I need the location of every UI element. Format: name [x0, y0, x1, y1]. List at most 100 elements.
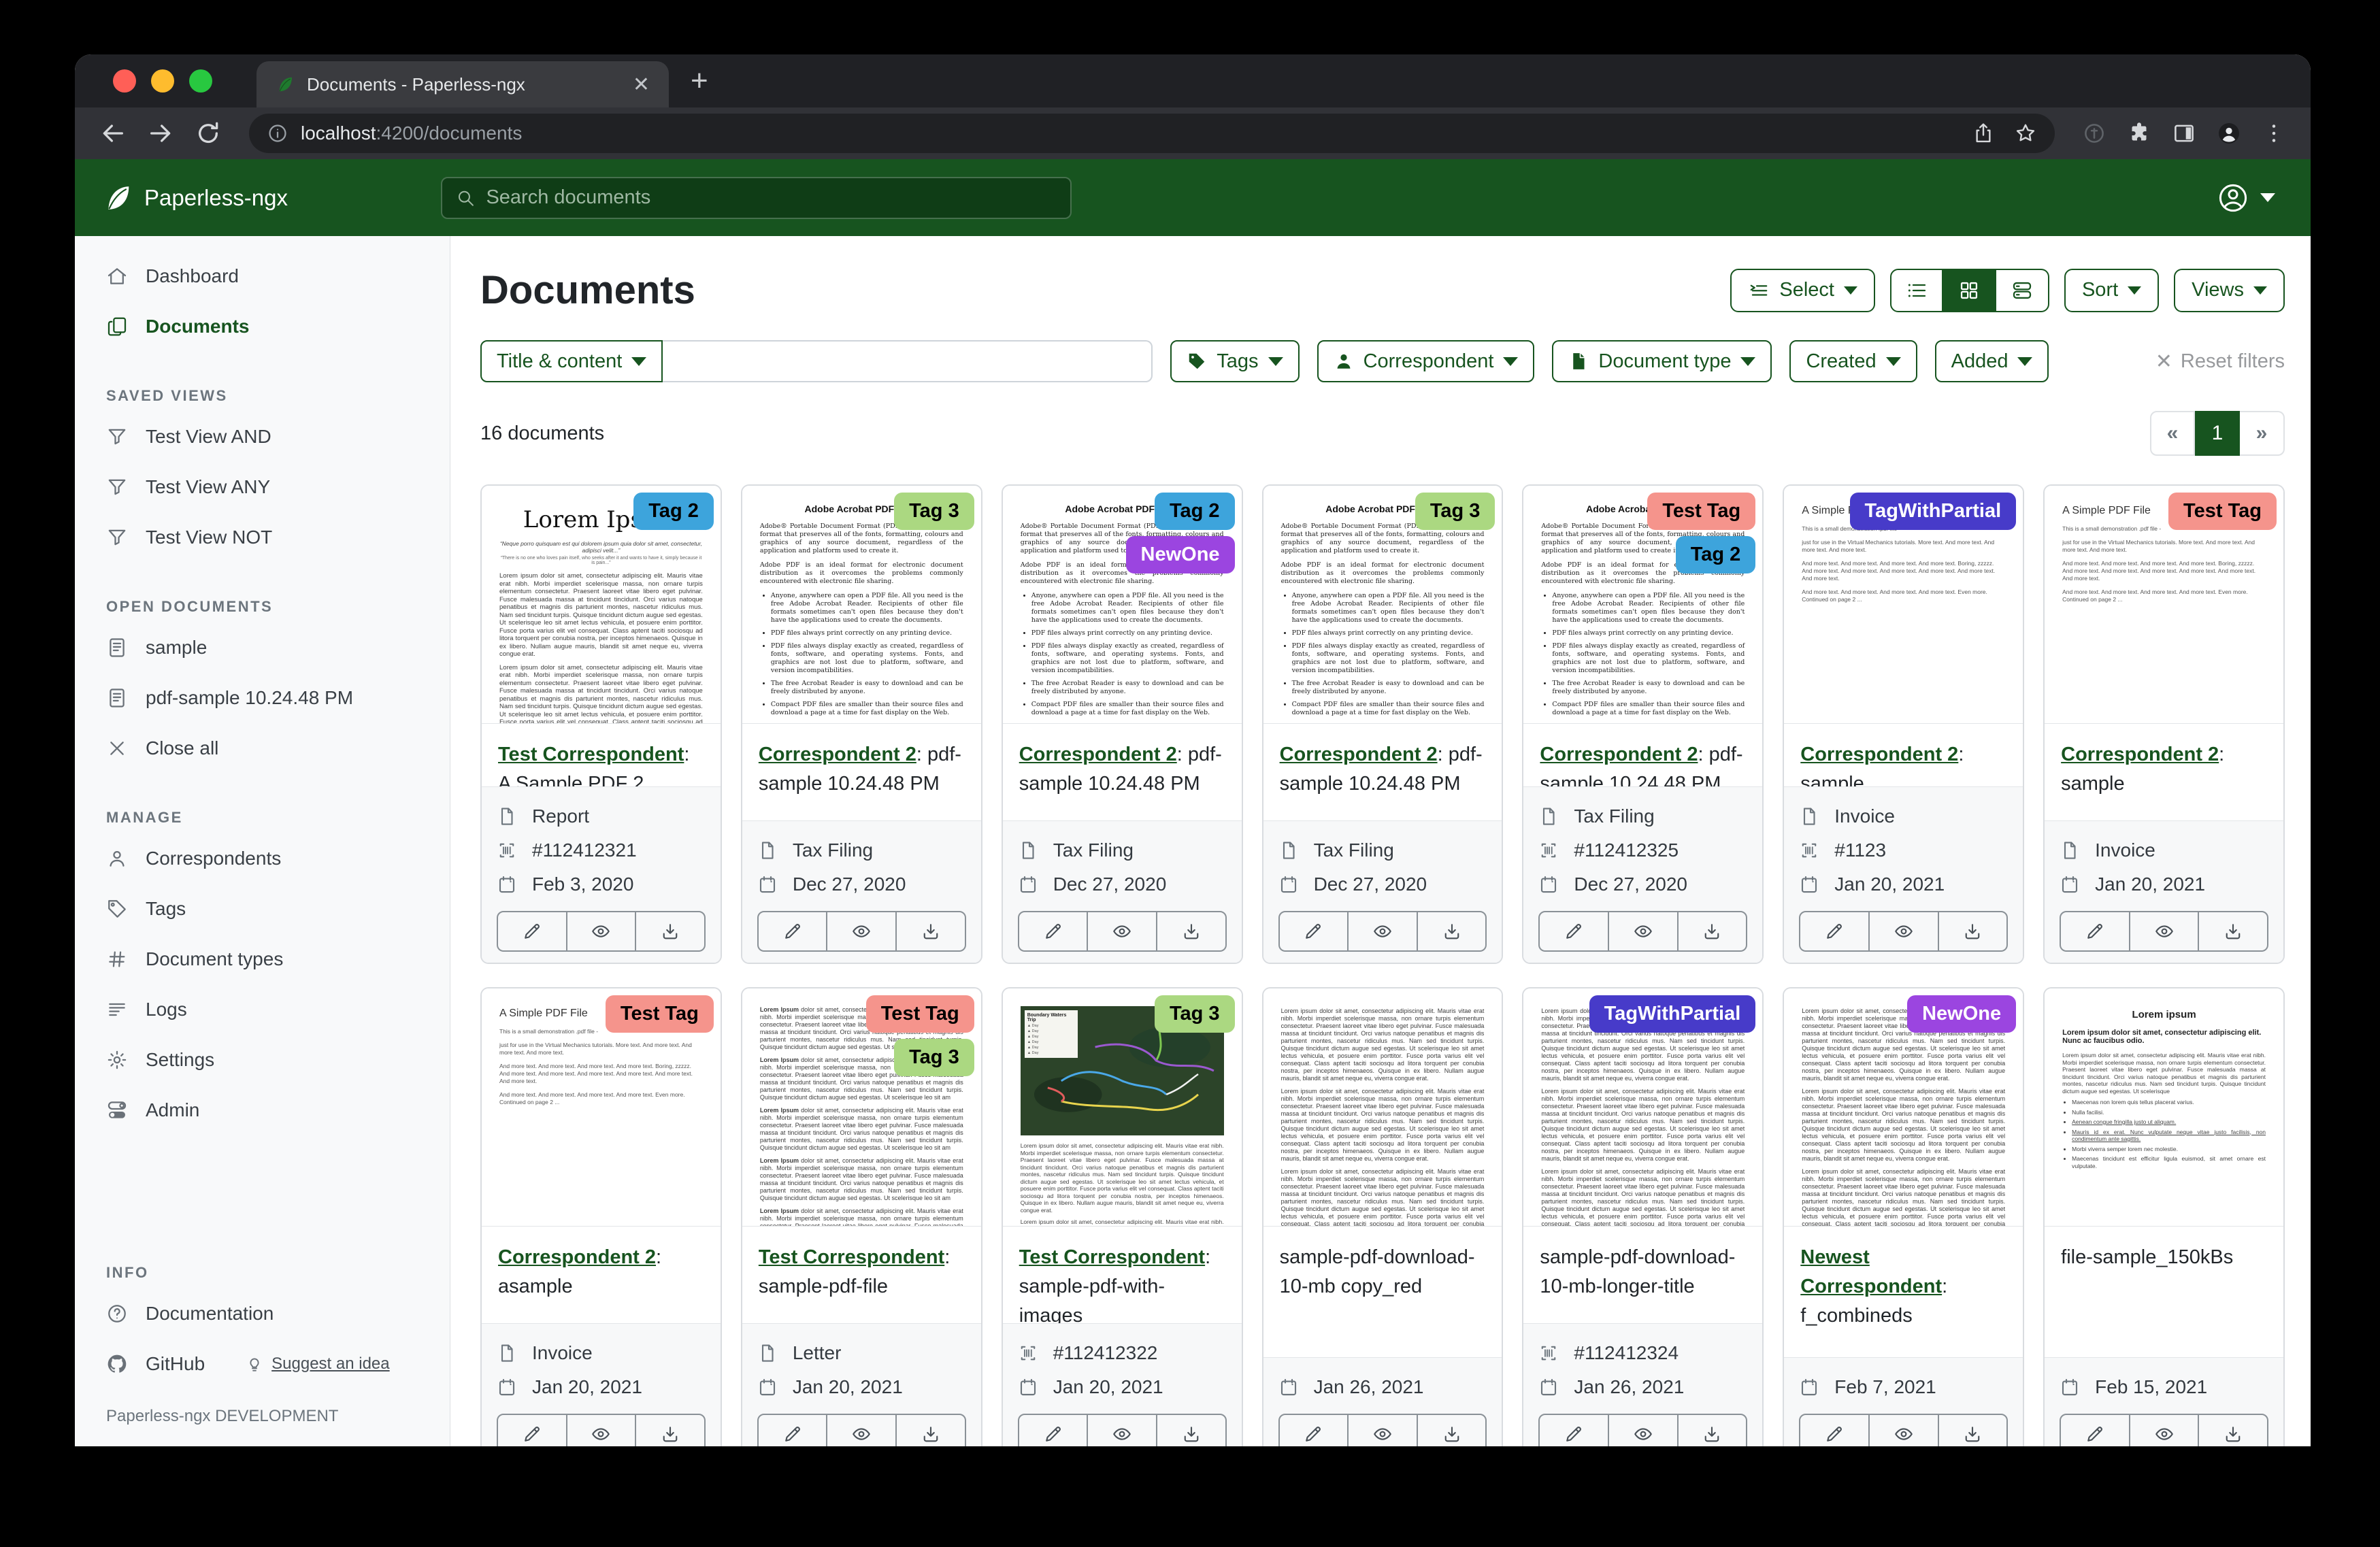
edit-button[interactable] [1540, 912, 1608, 950]
edit-button[interactable] [1800, 912, 1868, 950]
browser-profile-avatar[interactable] [2217, 121, 2241, 146]
view-button[interactable] [1608, 1415, 1677, 1446]
tag-badge[interactable]: NewOne [1126, 536, 1235, 573]
correspondent-link[interactable]: Newest Correspondent [1800, 1246, 1942, 1297]
download-button[interactable] [2198, 912, 2267, 950]
new-tab-button[interactable]: + [691, 64, 708, 98]
detail-view-button[interactable] [1996, 269, 2049, 312]
download-button[interactable] [1417, 912, 1486, 950]
document-thumbnail[interactable]: Adobe Acrobat PDF FilesAdobe® Portable D… [742, 486, 981, 724]
created-filter-button[interactable]: Created [1789, 340, 1917, 382]
download-button[interactable] [2198, 1415, 2267, 1446]
view-button[interactable] [826, 1415, 895, 1446]
download-button[interactable] [1156, 912, 1225, 950]
view-button[interactable] [566, 1415, 635, 1446]
edit-button[interactable] [1019, 1415, 1087, 1446]
share-icon[interactable] [1972, 122, 1995, 145]
view-button[interactable] [1087, 1415, 1156, 1446]
document-thumbnail[interactable]: Adobe Acrobat PDF FilesAdobe® Portable D… [1003, 486, 1242, 724]
sidebar-item-correspondents[interactable]: Correspondents [75, 833, 450, 884]
edit-button[interactable] [2061, 1415, 2129, 1446]
document-type-filter-button[interactable]: Document type [1552, 340, 1772, 382]
document-thumbnail[interactable]: Boundary Waters Trip▲ Day▲ Day▲ Day▲ Day… [1003, 988, 1242, 1227]
global-search[interactable] [441, 177, 1072, 219]
tab-close-icon[interactable]: ✕ [633, 73, 650, 97]
sidebar-item-logs[interactable]: Logs [75, 984, 450, 1035]
grid-view-button[interactable] [1943, 269, 1996, 312]
tag-badge[interactable]: Tag 2 [1676, 536, 1756, 573]
view-button[interactable] [2129, 912, 2198, 950]
extension-badge-icon[interactable] [2082, 121, 2106, 146]
filter-query-input[interactable] [663, 340, 1153, 382]
pagination-page-1[interactable]: 1 [2195, 411, 2240, 456]
tag-badge[interactable]: Tag 2 [1155, 493, 1235, 530]
sidebar-item-settings[interactable]: Settings [75, 1035, 450, 1085]
download-button[interactable] [895, 912, 965, 950]
views-button[interactable]: Views [2174, 269, 2285, 312]
correspondent-link[interactable]: Correspondent 2 [498, 1246, 656, 1268]
document-thumbnail[interactable]: Lorem ipsum dolor sit amet, consectetur … [1523, 988, 1762, 1227]
download-button[interactable] [1677, 912, 1747, 950]
edit-button[interactable] [759, 912, 827, 950]
correspondent-link[interactable]: Test Correspondent [1019, 1246, 1205, 1268]
user-menu[interactable] [2217, 182, 2283, 214]
bookmark-star-icon[interactable] [2014, 122, 2037, 145]
sidebar-item-test-view-not[interactable]: Test View NOT [75, 512, 450, 563]
maximize-window-button[interactable] [189, 69, 212, 93]
suggest-an-idea-link[interactable]: Suggest an idea [246, 1354, 389, 1374]
sidebar-item-dashboard[interactable]: Dashboard [75, 251, 450, 301]
tag-badge[interactable]: Tag 3 [894, 493, 974, 530]
document-thumbnail[interactable]: Lorem Ipsum“Neque porro quisquam est qui… [482, 486, 721, 724]
edit-button[interactable] [759, 1415, 827, 1446]
site-info-icon[interactable] [267, 122, 288, 144]
edit-button[interactable] [1019, 912, 1087, 950]
correspondent-link[interactable]: Correspondent 2 [1800, 744, 1958, 765]
forward-icon[interactable] [147, 120, 174, 147]
tag-badge[interactable]: NewOne [1907, 995, 2016, 1033]
document-title[interactable]: file-sample_150kBs [2061, 1246, 2233, 1268]
sort-button[interactable]: Sort [2064, 269, 2159, 312]
edit-button[interactable] [1280, 1415, 1348, 1446]
document-thumbnail[interactable]: A Simple PDF FileThis is a small demonst… [482, 988, 721, 1227]
sidebar-item-tags[interactable]: Tags [75, 884, 450, 934]
download-button[interactable] [1677, 1415, 1747, 1446]
download-button[interactable] [1938, 912, 2007, 950]
download-button[interactable] [1938, 1415, 2007, 1446]
address-bar[interactable]: localhost:4200/documents [249, 114, 2055, 153]
view-button[interactable] [1347, 1415, 1417, 1446]
sidebar-item-admin[interactable]: Admin [75, 1085, 450, 1135]
correspondent-link[interactable]: Test Correspondent [498, 744, 684, 765]
view-button[interactable] [1608, 912, 1677, 950]
sidebar-item-documents[interactable]: Documents [75, 301, 450, 352]
added-filter-button[interactable]: Added [1935, 340, 2049, 382]
document-title[interactable]: sample-pdf-download-10-mb copy_red [1280, 1246, 1475, 1297]
edit-button[interactable] [498, 1415, 566, 1446]
tag-badge[interactable]: Tag 2 [633, 493, 714, 530]
select-button[interactable]: Select [1730, 269, 1875, 312]
correspondent-link[interactable]: Correspondent 2 [1540, 744, 1698, 765]
document-thumbnail[interactable]: Lorem ipsumLorem ipsum dolor sit amet, c… [2045, 988, 2283, 1227]
search-input[interactable] [486, 186, 1057, 209]
edit-button[interactable] [498, 912, 566, 950]
view-button[interactable] [1347, 912, 1417, 950]
download-button[interactable] [1417, 1415, 1486, 1446]
sidebar-item-close-all[interactable]: Close all [75, 723, 450, 774]
tag-badge[interactable]: TagWithPartial [1850, 493, 2017, 530]
tag-badge[interactable]: Tag 3 [1155, 995, 1235, 1033]
side-panel-icon[interactable] [2172, 121, 2196, 146]
view-button[interactable] [1868, 1415, 1938, 1446]
view-button[interactable] [566, 912, 635, 950]
pagination-prev[interactable]: « [2150, 411, 2195, 456]
sidebar-item-test-view-any[interactable]: Test View ANY [75, 462, 450, 512]
back-icon[interactable] [99, 120, 127, 147]
edit-button[interactable] [1800, 1415, 1868, 1446]
document-title[interactable]: sample-pdf-download-10-mb-longer-title [1540, 1246, 1735, 1297]
sidebar-item-document-types[interactable]: Document types [75, 934, 450, 984]
document-thumbnail[interactable]: A Simple PDF FileThis is a small demonst… [2045, 486, 2283, 724]
document-thumbnail[interactable]: Lorem Ipsum dolor sit amet, consectetur … [742, 988, 981, 1227]
reset-filters-button[interactable]: ✕ Reset filters [2155, 350, 2285, 373]
browser-menu-kebab-icon[interactable] [2262, 121, 2286, 146]
minimize-window-button[interactable] [151, 69, 174, 93]
app-brand[interactable]: Paperless-ngx [102, 182, 288, 214]
correspondent-link[interactable]: Test Correspondent [759, 1246, 944, 1268]
